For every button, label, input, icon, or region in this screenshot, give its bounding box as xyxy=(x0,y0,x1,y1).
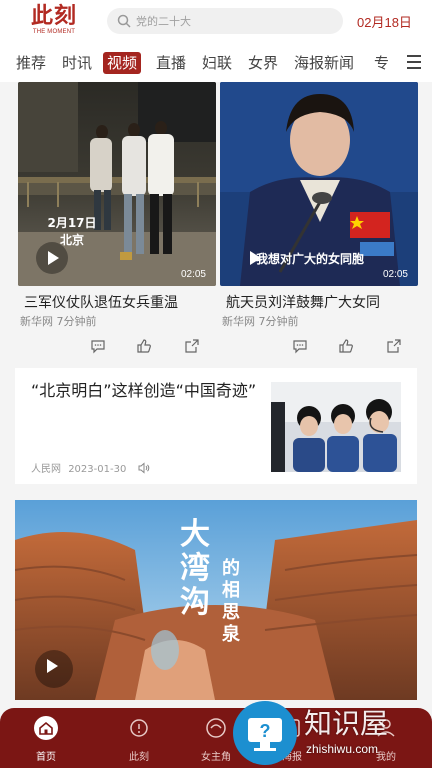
date-label: 02月18日 xyxy=(357,15,412,30)
video-thumbnail[interactable]: 2月17日 北京 02:05 xyxy=(18,82,216,286)
search-icon xyxy=(117,14,131,28)
app-logo[interactable]: 此刻 THE MOMENT xyxy=(30,4,78,36)
featured-video[interactable]: 大 湾 沟 的 相 思 泉 xyxy=(15,500,417,700)
featured-video-thumbnail xyxy=(15,500,417,700)
video-duration: 02:05 xyxy=(382,269,408,280)
search-bar[interactable]: 党的二十大 xyxy=(107,8,343,34)
article-card[interactable]: “北京明白”这样创造“中国奇迹” 人民网 2023-01-30 xyxy=(15,368,417,484)
article-thumbnail[interactable] xyxy=(271,382,401,472)
moment-icon xyxy=(130,719,148,737)
watermark-url: zhishiwu.com xyxy=(306,742,379,756)
video-title[interactable]: 三军仪仗队退伍女兵重温 xyxy=(24,292,220,312)
video-actions xyxy=(18,338,216,358)
share-icon[interactable] xyxy=(184,338,200,354)
speaker-icon[interactable] xyxy=(138,462,150,474)
watermark-text: 知识屋 xyxy=(304,707,389,740)
comment-icon[interactable] xyxy=(292,338,308,354)
nav-moment[interactable]: 此刻 xyxy=(109,708,169,768)
video-source: 新华网 xyxy=(222,315,255,328)
subtitle-char: 泉 xyxy=(222,624,240,645)
tab-women-world[interactable]: 女界 xyxy=(244,52,282,74)
video-time: 7分钟前 xyxy=(56,315,97,328)
tab-news[interactable]: 时讯 xyxy=(58,52,96,74)
tab-poster-news[interactable]: 海报新闻 xyxy=(290,52,358,74)
video-duration: 02:05 xyxy=(180,269,206,280)
svg-text:?: ? xyxy=(260,721,271,741)
menu-icon[interactable] xyxy=(407,55,421,69)
article-title[interactable]: “北京明白”这样创造“中国奇迹” xyxy=(31,380,263,402)
video-subtitle-calligraphy: 的 相 思 泉 xyxy=(219,558,243,646)
home-icon xyxy=(34,716,58,740)
video-meta: 新华网 7分钟前 xyxy=(222,313,299,329)
share-icon[interactable] xyxy=(386,338,402,354)
tab-special[interactable]: 专 xyxy=(370,52,393,74)
logo-text-cn: 此刻 xyxy=(30,3,77,29)
play-icon[interactable] xyxy=(238,242,270,274)
nav-label: 首页 xyxy=(36,752,56,763)
video-card[interactable]: 2月17日 北京 02:05 三军仪仗队退伍女兵重温 新华网 7分钟前 xyxy=(18,82,216,362)
video-title-calligraphy: 大 湾 沟 xyxy=(175,518,215,620)
play-icon[interactable] xyxy=(35,650,73,688)
video-source: 新华网 xyxy=(20,315,53,328)
article-meta: 人民网 2023-01-30 xyxy=(31,460,150,475)
video-actions xyxy=(220,338,418,358)
play-icon[interactable] xyxy=(36,242,68,274)
video-time: 7分钟前 xyxy=(258,315,299,328)
like-icon[interactable] xyxy=(338,338,354,354)
video-meta: 新华网 7分钟前 xyxy=(20,313,97,329)
watermark-logo-icon: ? xyxy=(233,701,297,765)
comment-icon[interactable] xyxy=(90,338,106,354)
subtitle-char: 的 xyxy=(222,558,240,579)
video-title[interactable]: 航天员刘洋鼓舞广大女同 xyxy=(226,292,422,312)
tab-recommend[interactable]: 推荐 xyxy=(12,52,50,74)
channel-tabs: 推荐 时讯 视频 直播 妇联 女界 海报新闻 专 xyxy=(0,42,432,82)
title-char: 沟 xyxy=(180,585,210,620)
tab-womens-federation[interactable]: 妇联 xyxy=(198,52,236,74)
article-date: 2023-01-30 xyxy=(68,464,127,475)
top-header: 此刻 THE MOMENT 党的二十大 02月18日 xyxy=(0,0,432,42)
nav-home[interactable]: 首页 xyxy=(16,708,76,768)
heroine-icon xyxy=(206,718,226,738)
logo-text-en: THE MOMENT xyxy=(32,29,76,35)
watermark: ? 知识屋 zhishiwu.com xyxy=(232,700,432,768)
video-overlay-date: 2月17日 xyxy=(47,216,97,230)
video-card[interactable]: 我想对广大的女同胞 02:05 航天员刘洋鼓舞广大女同 新华网 7分钟前 xyxy=(220,82,418,362)
like-icon[interactable] xyxy=(136,338,152,354)
title-char: 大 xyxy=(180,517,210,552)
video-thumbnail[interactable]: 我想对广大的女同胞 02:05 xyxy=(220,82,418,286)
search-placeholder: 党的二十大 xyxy=(136,15,191,28)
tab-video[interactable]: 视频 xyxy=(103,52,142,74)
nav-label: 此刻 xyxy=(129,752,149,763)
subtitle-char: 思 xyxy=(222,602,240,623)
article-thumbnail-image xyxy=(271,382,401,472)
video-overlay-caption: 我想对广大的女同胞 xyxy=(256,252,365,266)
app-screen: 此刻 THE MOMENT 党的二十大 02月18日 推荐 时讯 视频 直播 妇… xyxy=(0,0,432,768)
title-char: 湾 xyxy=(180,551,210,586)
tab-live[interactable]: 直播 xyxy=(152,52,190,74)
article-source: 人民网 xyxy=(31,464,61,475)
subtitle-char: 相 xyxy=(222,580,240,601)
